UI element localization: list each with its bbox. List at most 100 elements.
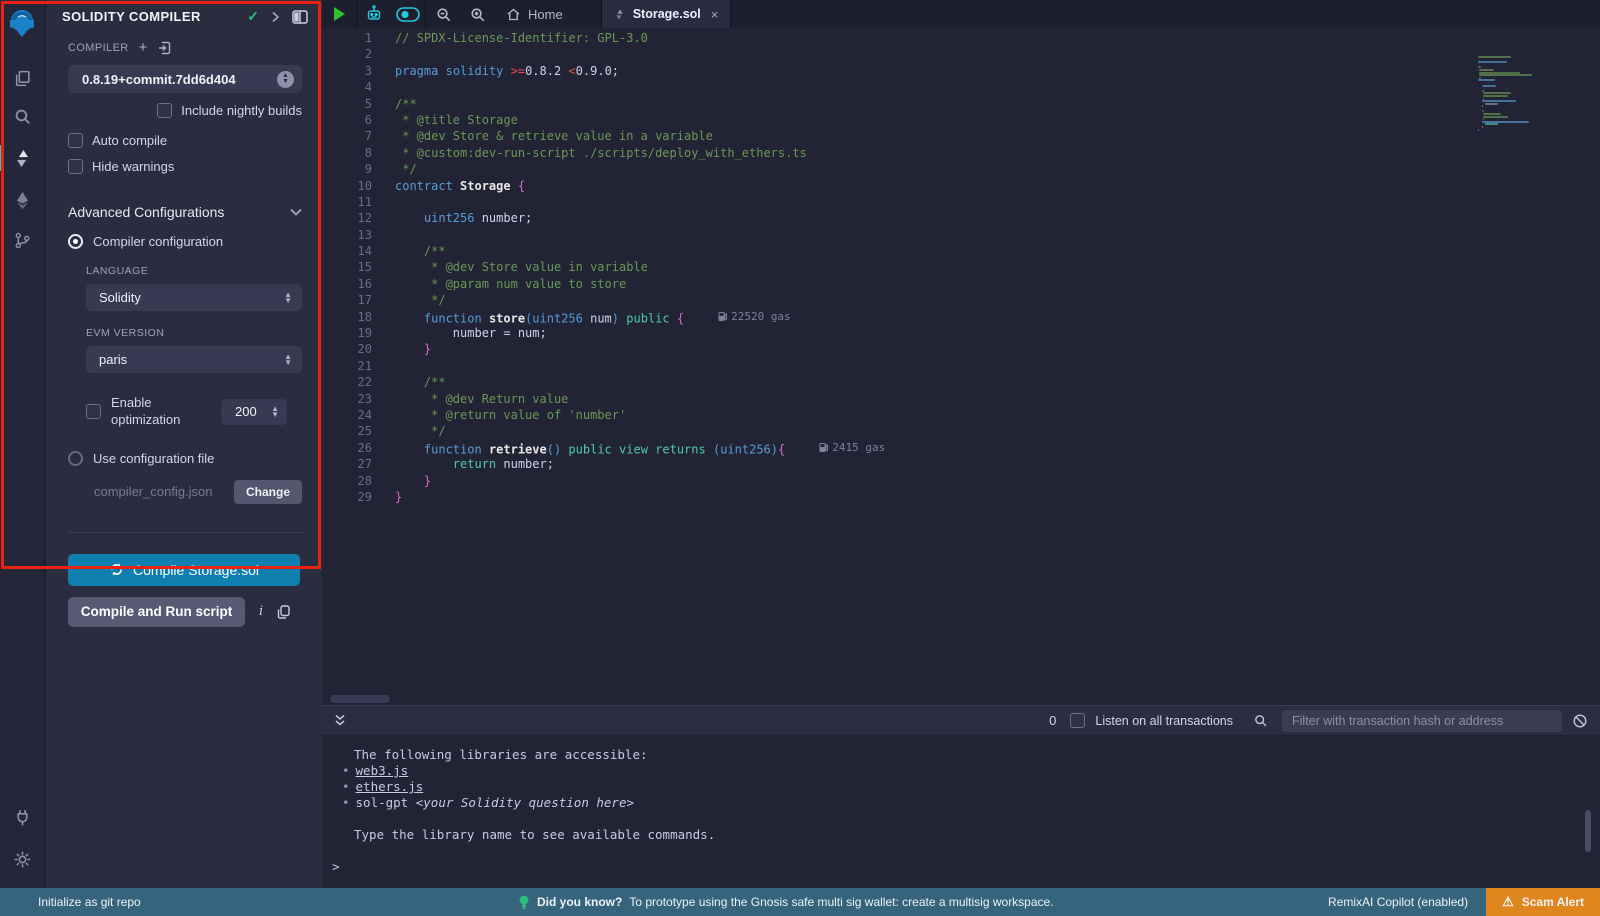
compiler-section-label: COMPILER <box>68 42 129 54</box>
number-stepper-icon[interactable]: ▲▼ <box>271 406 279 418</box>
code-line: 25 */ <box>322 423 1600 439</box>
scam-alert-badge[interactable]: ⚠ Scam Alert <box>1486 888 1600 916</box>
warning-icon: ⚠ <box>1502 894 1514 910</box>
line-number: 14 <box>322 243 372 259</box>
line-number: 13 <box>322 227 372 243</box>
terminal-intro-line: The following libraries are accessible: <box>354 747 1600 763</box>
close-tab-icon[interactable]: × <box>711 7 719 22</box>
compile-and-run-button[interactable]: Compile and Run script <box>68 597 245 627</box>
evm-version-select[interactable]: paris ▲▼ <box>86 346 302 373</box>
library-link[interactable]: web3.js <box>356 763 409 778</box>
evm-version-label: EVM VERSION <box>86 327 302 339</box>
git-init-button[interactable]: Initialize as git repo <box>0 895 141 909</box>
line-number: 21 <box>322 358 372 374</box>
zoom-out-icon[interactable] <box>426 0 460 28</box>
code-line: 19 number = num; <box>322 325 1600 341</box>
terminal-prompt[interactable]: > <box>332 859 340 874</box>
terminal-library-item: •ethers.js <box>342 779 1600 795</box>
optimization-runs-value: 200 <box>235 404 271 419</box>
settings-gear-icon[interactable] <box>0 844 45 874</box>
line-number: 17 <box>322 292 372 308</box>
open-file-icon[interactable] <box>158 41 171 55</box>
code-line: 12 uint256 number; <box>322 210 1600 226</box>
change-config-button[interactable]: Change <box>234 480 302 504</box>
line-number: 3 <box>322 63 372 79</box>
auto-compile-checkbox[interactable] <box>68 133 83 148</box>
terminal-header: 0 Listen on all transactions <box>322 705 1600 735</box>
line-number: 1 <box>322 30 372 46</box>
code-line: 18 function store(uint256 num) public {2… <box>322 309 1600 325</box>
optimization-runs-input[interactable]: 200 ▲▼ <box>221 399 287 425</box>
info-icon[interactable]: i <box>259 604 263 619</box>
deploy-and-run-icon[interactable] <box>0 185 45 215</box>
library-link[interactable]: ethers.js <box>356 779 424 794</box>
tab-home[interactable]: Home <box>494 0 575 28</box>
evm-version-value: paris <box>99 352 284 367</box>
code-line: 10contract Storage { <box>322 178 1600 194</box>
compiler-configuration-label: Compiler configuration <box>93 234 223 249</box>
line-number: 6 <box>322 112 372 128</box>
remix-logo-icon[interactable] <box>6 7 38 39</box>
line-number: 28 <box>322 473 372 489</box>
terminal-scrollbar[interactable] <box>1585 810 1591 852</box>
editor-toolbar: Home Storage.sol × <box>322 0 1600 28</box>
compile-button[interactable]: Compile Storage.sol <box>68 554 300 586</box>
copy-icon[interactable] <box>277 605 290 619</box>
listen-transactions-checkbox[interactable] <box>1070 713 1085 728</box>
chevron-down-icon <box>290 208 302 216</box>
gas-estimate-badge: 2415 gas <box>819 440 885 456</box>
use-configuration-file-radio[interactable] <box>68 451 83 466</box>
code-line: 15 * @dev Store value in variable <box>322 259 1600 275</box>
minimap[interactable] <box>1478 56 1538 131</box>
transaction-filter-input[interactable] <box>1282 710 1562 732</box>
code-line: 6 * @title Storage <box>322 112 1600 128</box>
code-line: 8 * @custom:dev-run-script ./scripts/dep… <box>322 145 1600 161</box>
terminal-solgpt-line: •sol-gpt <your Solidity question here> <box>342 795 1600 811</box>
line-number: 2 <box>322 46 372 62</box>
add-compiler-icon[interactable]: + <box>139 39 148 56</box>
hide-warnings-label: Hide warnings <box>92 159 174 174</box>
tab-storage-sol[interactable]: Storage.sol × <box>601 0 732 28</box>
main-area: Home Storage.sol × 1// SPDX-License-Iden… <box>322 0 1600 888</box>
compiler-version-dropdown[interactable]: 0.8.19+commit.7dd6d404 ▲▼ <box>68 65 302 93</box>
run-script-play-button[interactable] <box>322 0 356 28</box>
plugin-manager-icon[interactable] <box>0 802 45 832</box>
terminal[interactable]: The following libraries are accessible: … <box>322 735 1600 888</box>
code-line: 29} <box>322 489 1600 505</box>
search-icon[interactable] <box>0 101 45 131</box>
hide-warnings-checkbox[interactable] <box>68 159 83 174</box>
zoom-in-icon[interactable] <box>460 0 494 28</box>
gas-estimate-badge: 22520 gas <box>718 309 791 325</box>
chevron-right-icon[interactable] <box>271 11 280 23</box>
language-label: LANGUAGE <box>86 265 302 277</box>
language-select[interactable]: Solidity ▲▼ <box>86 284 302 311</box>
code-editor[interactable]: 1// SPDX-License-Identifier: GPL-3.023pr… <box>322 28 1600 705</box>
code-line: 28 } <box>322 473 1600 489</box>
panel-title: SOLIDITY COMPILER <box>62 9 247 24</box>
enable-optimization-checkbox[interactable] <box>86 404 101 419</box>
copilot-status[interactable]: RemixAI Copilot (enabled) <box>1328 895 1468 909</box>
horizontal-scrollbar[interactable] <box>330 695 390 703</box>
line-number: 27 <box>322 456 372 472</box>
line-number: 5 <box>322 96 372 112</box>
config-file-name: compiler_config.json <box>94 484 234 499</box>
line-number: 20 <box>322 341 372 357</box>
clear-console-icon[interactable] <box>1572 713 1588 729</box>
advanced-configurations-title: Advanced Configurations <box>68 204 290 220</box>
code-line: 9 */ <box>322 161 1600 177</box>
terminal-search-icon[interactable] <box>1253 713 1268 728</box>
file-explorer-icon[interactable] <box>0 63 45 93</box>
line-number: 23 <box>322 391 372 407</box>
listen-transactions-label: Listen on all transactions <box>1095 714 1233 728</box>
code-line: 17 */ <box>322 292 1600 308</box>
code-line: 11 <box>322 194 1600 210</box>
expand-terminal-icon[interactable] <box>334 714 346 727</box>
pin-panel-icon[interactable] <box>292 10 308 24</box>
copilot-toggle-switch[interactable] <box>391 0 425 28</box>
git-icon[interactable] <box>0 225 45 255</box>
nightly-builds-checkbox[interactable] <box>157 103 172 118</box>
ai-copilot-robot-icon[interactable] <box>357 0 391 28</box>
solidity-compiler-icon[interactable] <box>0 143 45 173</box>
compiler-configuration-radio[interactable] <box>68 234 83 249</box>
advanced-configurations-toggle[interactable]: Advanced Configurations <box>68 204 302 220</box>
